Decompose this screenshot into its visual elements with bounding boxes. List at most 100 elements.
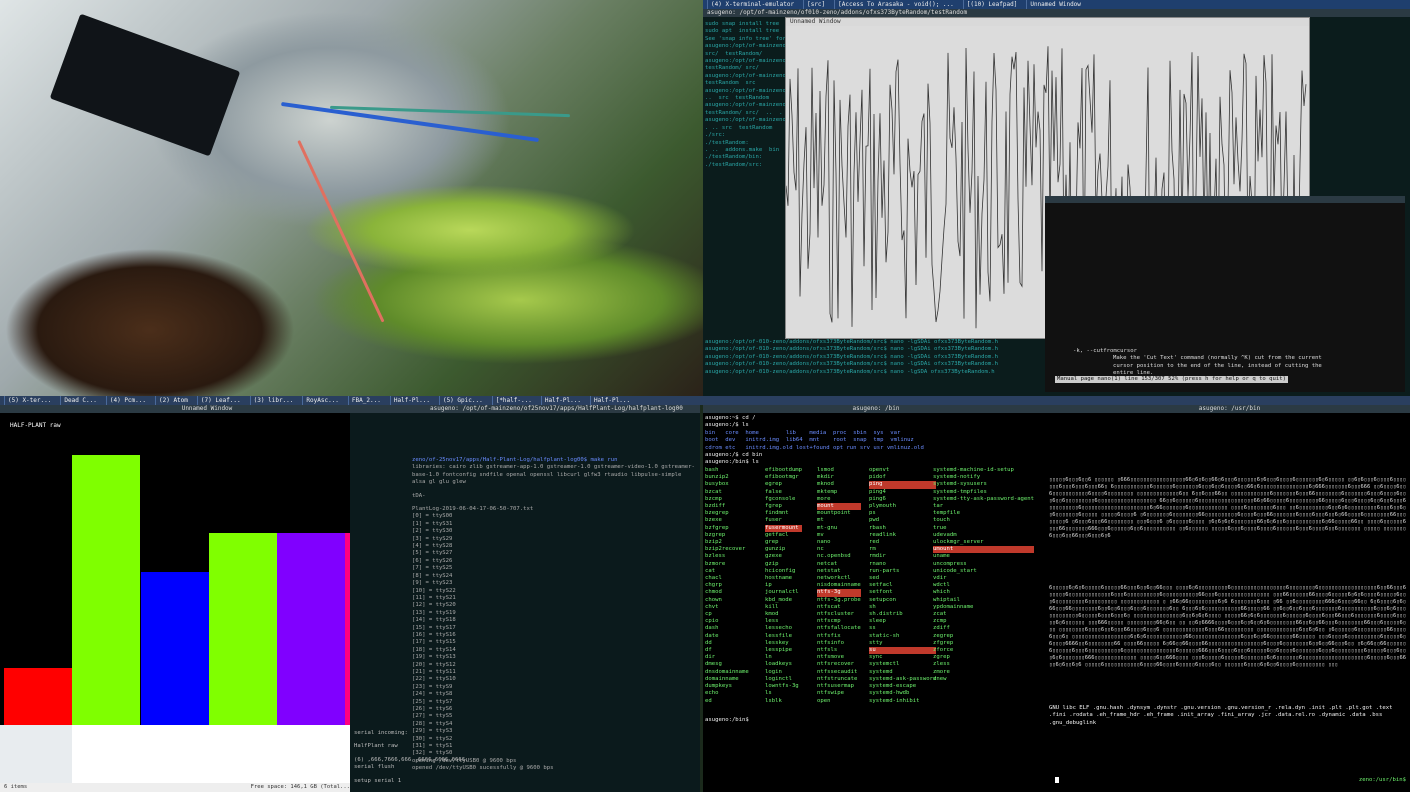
bin-file-entry: cat: [705, 567, 716, 574]
bin-file-entry: mt: [817, 517, 824, 524]
man-page-window[interactable]: -k, --cutfromcursor Make the 'Cut Text' …: [1045, 196, 1405, 392]
taskbar-item[interactable]: Half-Pl...: [589, 396, 633, 405]
term-line: bin core home lib media proc sbin sys va…: [705, 429, 901, 436]
bin-file-entry: ntfsinfo: [817, 639, 844, 646]
libraries-line: libraries: cairo zlib gstreamer-app-1.0 …: [412, 464, 695, 486]
bin-file-entry: dd: [705, 639, 712, 646]
taskbar-item[interactable]: (2) Atom: [155, 396, 191, 405]
halfplant-terminal[interactable]: asugeno: /opt/of-mainzeno/of25nov17/apps…: [350, 405, 700, 792]
bin-file-entry: red: [869, 539, 880, 546]
half-plant-window[interactable]: Unnamed Window HALF-PLANT raw 6 items Fr…: [0, 405, 410, 792]
bin-file-entry: df: [705, 647, 712, 654]
bin-file-entry: bzegrep: [705, 510, 729, 517]
bin-file-entry: vdir: [933, 575, 947, 582]
taskbar-item[interactable]: [*half-...: [491, 396, 535, 405]
bin-file-entry: sleep: [869, 618, 886, 625]
bin-terminal[interactable]: asugeno: /bin asugeno:~$ cd / asugeno:/$…: [703, 405, 1045, 792]
taskbar-item[interactable]: [(10) Leafpad]: [962, 0, 1021, 9]
taskbar-item[interactable]: Dead C...: [60, 396, 100, 405]
man-desc: cursor position to the end of the line, …: [1113, 362, 1322, 369]
bin-file-entry: mktemp: [817, 488, 838, 495]
bin-final-prompt: asugeno:/bin$: [705, 717, 749, 723]
bin-file-entry: touch: [933, 517, 950, 524]
bin-file-entry: lessfile: [765, 632, 792, 639]
bin-file-entry: tar: [933, 503, 944, 510]
bin-file-entry: findmnt: [765, 510, 789, 517]
bin-file-entry: bzfgrep: [705, 524, 729, 531]
taskbar-item[interactable]: (4) Pcm...: [105, 396, 149, 405]
halfplant-terminal-titlebar: asugeno: /opt/of-mainzeno/of25nov17/apps…: [350, 405, 700, 413]
bar-2: [72, 455, 140, 725]
tty-entry: [9] = ttyS23: [412, 580, 453, 587]
bin-file-entry: nano: [817, 539, 831, 546]
taskbar-item[interactable]: Half-Pl...: [389, 396, 433, 405]
bin-file-entry: mountpoint: [817, 510, 851, 517]
taskbar-item[interactable]: [src]: [803, 0, 828, 9]
bin-file-entry: ntfscmp: [817, 618, 841, 625]
bar-5: [277, 533, 345, 725]
terminal-titlebar: asugeno: /opt/of-mainzeno/of010-zeno/add…: [703, 9, 1410, 17]
term-line: testRandom/ src/ .. .: [705, 109, 783, 116]
file-manager-statusbar: 6 items Free space: 146,1 GB (Total...: [0, 783, 410, 792]
bin-file-entry: systemd-hwdb: [869, 690, 910, 697]
bin-file-entry: mount: [817, 503, 861, 511]
taskbar-item[interactable]: (7) Leaf...: [196, 396, 244, 405]
bin-file-entry: tempfile: [933, 510, 960, 517]
man-status: Manual page nano(1) line 153/307 52% (pr…: [1055, 376, 1289, 384]
term-line: ./testRandom:: [705, 139, 749, 146]
taskbar-item[interactable]: FBA_2...: [347, 396, 384, 405]
bin-file-entry: ntfsmove: [817, 654, 844, 661]
bin-file-entry: cpio: [705, 618, 719, 625]
bottom-taskbar: (5) X-ter... Dead C... (4) Pcm... (2) At…: [0, 396, 1410, 405]
bin-file-entry: nc: [817, 546, 824, 553]
bin-file-entry: fgrep: [765, 503, 782, 510]
taskbar-item[interactable]: (3) libr...: [249, 396, 297, 405]
term-line: asugeno:/$ cd bin: [705, 452, 763, 459]
taskbar-item[interactable]: RoyAsc...: [302, 396, 342, 405]
bin-file-entry: zless: [933, 661, 950, 668]
halfplant-raw: HalfPlant raw: [354, 743, 398, 750]
bin-file-entry: mv: [817, 531, 824, 538]
tty-entry: [27] = ttyS5: [412, 713, 453, 720]
bin-file-entry: fuser: [765, 517, 782, 524]
bin-file-entry: ed: [705, 697, 712, 704]
term-line: asugeno:~$ cd /: [705, 415, 756, 421]
bin-file-entry: systemd-inhibit: [869, 697, 920, 704]
taskbar-item[interactable]: [Access To Arasaka - void(); ...: [834, 0, 957, 9]
bin-file-entry: plymouth: [869, 503, 896, 510]
bin-file-entry: ntfstruncate: [817, 675, 858, 682]
binary-garbage: ▯▯▯▯▯6▯▯▯6▯▯6 ▯▯▯▯▯▯ ▯666▯▯▯▯▯▯▯▯▯▯▯▯▯▯▯…: [1049, 477, 1410, 539]
bin-file-entry: zdiff: [933, 625, 950, 632]
bin-terminal-titlebar: asugeno: /bin: [703, 405, 1045, 413]
tty-entry: [7] = ttyS25: [412, 565, 453, 572]
bin-file-entry: ntfswipe: [817, 690, 844, 697]
term-line: asugeno:/opt/of-mainzeno/o: [705, 87, 793, 94]
bin-file-entry: pidof: [869, 474, 886, 481]
taskbar-item[interactable]: (4) X-terminal-emulator: [707, 0, 797, 9]
binary-terminal[interactable]: asugeno: /usr/bin ▯▯▯▯▯6▯▯▯6▯▯6 ▯▯▯▯▯▯ ▯…: [1045, 405, 1410, 792]
bin-file-entry: fgconsole: [765, 495, 796, 502]
bin-file-entry: bzdiff: [705, 503, 726, 510]
bin-file-entry: chgrp: [705, 582, 722, 589]
bar-4: [209, 533, 277, 725]
term-line: ./src:: [705, 132, 726, 139]
tty-entry: [26] = ttyS6: [412, 706, 453, 712]
taskbar-item[interactable]: (5) X-ter...: [4, 396, 54, 405]
usr-bin-prompt: zeno:/usr/bin$: [1358, 777, 1406, 783]
taskbar-item[interactable]: Unnamed Window: [1026, 0, 1084, 9]
tty-entry: [17] = ttyS15: [412, 639, 456, 646]
serial-flush: serial flush: [354, 764, 395, 771]
tty-entry: [22] = ttyS10: [412, 676, 456, 683]
bin-file-entry: ntfsls: [817, 647, 838, 654]
bin-file-entry: ntfscat: [817, 603, 841, 610]
setup-serial: setup serial 1: [354, 777, 402, 784]
halfplant-output: zeno/of-25nov17/apps/Half-Plant-Log/half…: [412, 457, 697, 773]
bin-file-entry: setfacl: [869, 582, 893, 589]
bin-file-entry: netcat: [817, 560, 838, 567]
bin-file-entry: lsmod: [817, 467, 834, 473]
bin-file-entry: hciconfig: [765, 567, 796, 574]
taskbar-item[interactable]: Half-Pl...: [540, 396, 584, 405]
term-line: .. src testRandom: [705, 95, 769, 102]
taskbar-item[interactable]: (5) Gpic...: [438, 396, 486, 405]
man-content: -k, --cutfromcursor Make the 'Cut Text' …: [1073, 348, 1322, 378]
